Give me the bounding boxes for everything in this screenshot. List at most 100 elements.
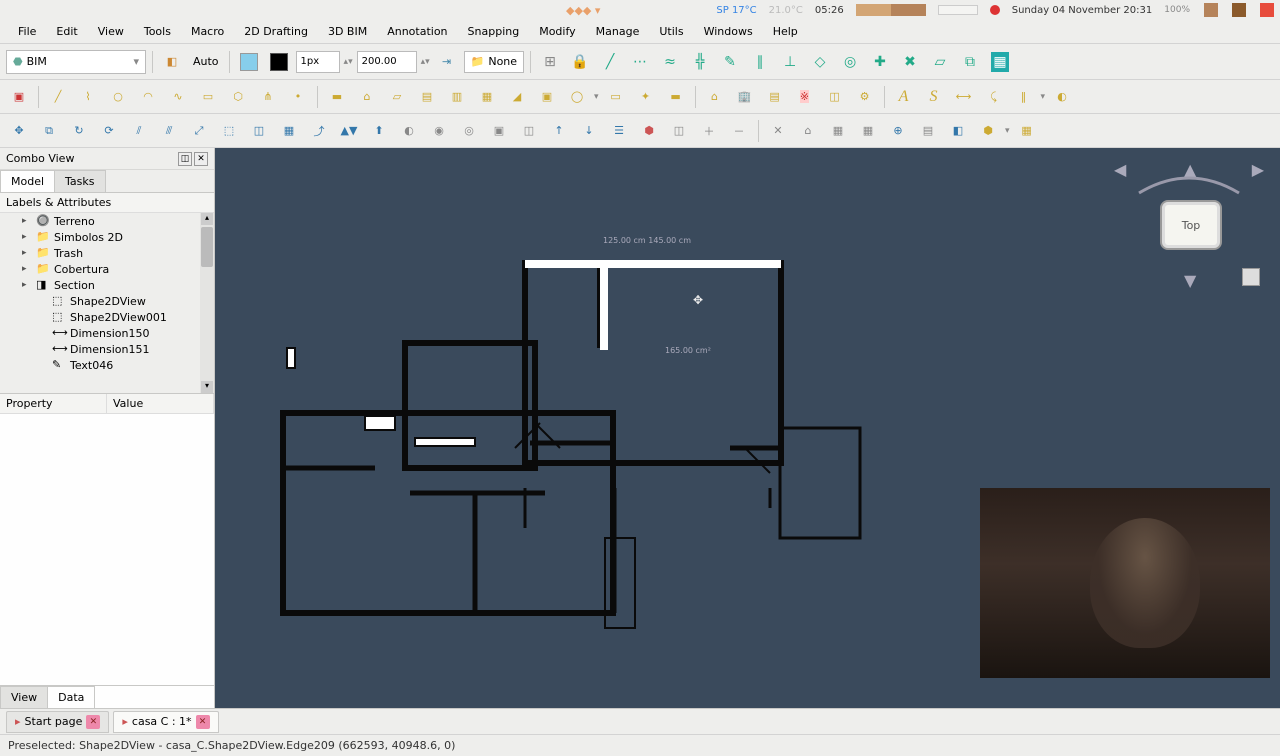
component-tool-icon[interactable]: ◫	[822, 84, 848, 110]
label-tool-icon[interactable]: ⤹	[981, 84, 1007, 110]
menu-2d-drafting[interactable]: 2D Drafting	[234, 21, 318, 42]
union-tool-icon[interactable]: ◉	[426, 118, 452, 144]
add-tool-icon[interactable]: ＋	[696, 118, 722, 144]
snap-parallel-icon[interactable]: ∥	[747, 49, 773, 75]
navcube-menu-icon[interactable]	[1242, 268, 1260, 286]
snap-intersection-icon[interactable]: ╬	[687, 49, 713, 75]
pipe-tool-icon[interactable]: ◯	[564, 84, 590, 110]
navcube-left-icon[interactable]: ◀	[1114, 160, 1126, 179]
snap-workingplane-icon[interactable]: ▱	[927, 49, 953, 75]
menu-manage[interactable]: Manage	[586, 21, 650, 42]
beam-tool-icon[interactable]: ▥	[444, 84, 470, 110]
doctab-start-page[interactable]: ▸ Start page ✕	[6, 711, 109, 733]
up-arrow-icon[interactable]: ↑	[546, 118, 572, 144]
snap-working-icon[interactable]: ▦	[987, 49, 1013, 75]
autogroup-selector[interactable]: 📁 None	[464, 51, 524, 73]
workbench-selector[interactable]: ⬣ BIM ▾	[6, 50, 146, 74]
expand-arrow-icon[interactable]: ▸	[22, 264, 32, 274]
point-tool-icon[interactable]: •	[285, 84, 311, 110]
snap-endpoint-icon[interactable]: ⋯	[627, 49, 653, 75]
section-plane-icon[interactable]: ◐	[1049, 84, 1075, 110]
levels-icon[interactable]: ☰	[606, 118, 632, 144]
diff-tool-icon[interactable]: ◎	[456, 118, 482, 144]
snap-toggle-icon[interactable]: ⧉	[957, 49, 983, 75]
stretch-tool-icon[interactable]: ⬚	[216, 118, 242, 144]
tab-model[interactable]: Model	[0, 170, 55, 192]
scroll-thumb[interactable]	[201, 227, 213, 267]
grid-spacing-input[interactable]	[357, 51, 417, 73]
move-tool-icon[interactable]: ✥	[6, 118, 32, 144]
material-icon[interactable]: ✕	[765, 118, 791, 144]
navigation-cube[interactable]: ▲ ◀ ▶ ▼ Top	[1114, 160, 1264, 290]
snap-dimensions-icon[interactable]: ✖	[897, 49, 923, 75]
window-maximize-icon[interactable]	[1232, 3, 1246, 17]
copy-tool-icon[interactable]: ⧉	[36, 118, 62, 144]
rectangle-tool-icon[interactable]: ▭	[195, 84, 221, 110]
line-width-input[interactable]	[296, 51, 340, 73]
window-minimize-icon[interactable]	[1204, 3, 1218, 17]
views-icon[interactable]: ◧	[945, 118, 971, 144]
snap-grid-icon[interactable]: ⊞	[537, 49, 563, 75]
schedule-icon[interactable]: ⌂	[795, 118, 821, 144]
tree-item[interactable]: ✎Text046	[0, 357, 214, 373]
trim-tool-icon[interactable]: ⫻	[156, 118, 182, 144]
menu-utils[interactable]: Utils	[649, 21, 693, 42]
wall-tool-icon[interactable]: ▬	[324, 84, 350, 110]
simple-copy-icon[interactable]: ◫	[516, 118, 542, 144]
line-tool-icon[interactable]: ╱	[45, 84, 71, 110]
tree-item[interactable]: ▸🔘Terreno	[0, 213, 214, 229]
rotate-tool-icon[interactable]: ↻	[66, 118, 92, 144]
snap-near-icon[interactable]: ◎	[837, 49, 863, 75]
tree-item[interactable]: ⟷Dimension150	[0, 325, 214, 341]
sketch-icon[interactable]: ▣	[6, 84, 32, 110]
snap-special-icon[interactable]: ◇	[807, 49, 833, 75]
shape-annot-icon[interactable]: S	[921, 84, 947, 110]
cut-plane-icon[interactable]: ◐	[396, 118, 422, 144]
building-tool-icon[interactable]: 🏢	[732, 84, 758, 110]
model-tree[interactable]: ▸🔘Terreno▸📁Simbolos 2D▸📁Trash▸📁Cobertura…	[0, 213, 214, 373]
space-tool-icon[interactable]: ※	[792, 84, 818, 110]
report-icon[interactable]: ▤	[915, 118, 941, 144]
panel-close-icon[interactable]: ✕	[194, 152, 208, 166]
menu-view[interactable]: View	[88, 21, 134, 42]
tree-item[interactable]: ⬚Shape2DView001	[0, 309, 214, 325]
navcube-right-icon[interactable]: ▶	[1252, 160, 1264, 179]
mirror-tool-icon[interactable]: ▲▼	[336, 118, 362, 144]
spreadsheet-icon[interactable]: ▦	[1014, 118, 1040, 144]
floor-tool-icon[interactable]: ▤	[762, 84, 788, 110]
apply-style-button[interactable]: ⇥	[434, 49, 460, 75]
offset-tool-icon[interactable]: ⫽	[126, 118, 152, 144]
wire-tool-icon[interactable]: ⌇	[75, 84, 101, 110]
box-tool-icon[interactable]: ▬	[663, 84, 689, 110]
scroll-down-icon[interactable]: ▾	[201, 381, 213, 393]
roof-tool-icon[interactable]: ◢	[504, 84, 530, 110]
snap-angle-icon[interactable]: ≈	[657, 49, 683, 75]
color-tool-icon[interactable]: ⬢	[975, 118, 1001, 144]
menu-windows[interactable]: Windows	[694, 21, 763, 42]
snap-perpendicular-icon[interactable]: ⊥	[777, 49, 803, 75]
menu-macro[interactable]: Macro	[181, 21, 234, 42]
tree-scrollbar[interactable]: ▴ ▾	[200, 213, 214, 393]
down-arrow-icon[interactable]: ↓	[576, 118, 602, 144]
expand-arrow-icon[interactable]: ▸	[22, 248, 32, 258]
ifc-icon[interactable]: ⬢	[636, 118, 662, 144]
path-array-icon[interactable]: ⤴	[306, 118, 332, 144]
stairs-tool-icon[interactable]: ▦	[474, 84, 500, 110]
duplicate-icon[interactable]: ⟳	[96, 118, 122, 144]
bimserver-icon[interactable]: ⊕	[885, 118, 911, 144]
array-tool-icon[interactable]: ▦	[276, 118, 302, 144]
extrude-tool-icon[interactable]: ⬆	[366, 118, 392, 144]
panel-float-icon[interactable]: ◫	[178, 152, 192, 166]
doctab-casa-c[interactable]: ▸ casa C : 1* ✕	[113, 711, 218, 733]
snap-ortho-icon[interactable]: ✚	[867, 49, 893, 75]
scroll-up-icon[interactable]: ▴	[201, 213, 213, 225]
menu-3d-bim[interactable]: 3D BIM	[318, 21, 377, 42]
draft2sketch-icon[interactable]: ◫	[246, 118, 272, 144]
expand-arrow-icon[interactable]: ▸	[22, 232, 32, 242]
polygon-tool-icon[interactable]: ⬡	[225, 84, 251, 110]
tree-item[interactable]: ⟷Dimension151	[0, 341, 214, 357]
snap-lock-icon[interactable]: 🔒	[567, 49, 593, 75]
column-tool-icon[interactable]: ▤	[414, 84, 440, 110]
expand-arrow-icon[interactable]: ▸	[22, 216, 32, 226]
spline-tool-icon[interactable]: ∿	[165, 84, 191, 110]
